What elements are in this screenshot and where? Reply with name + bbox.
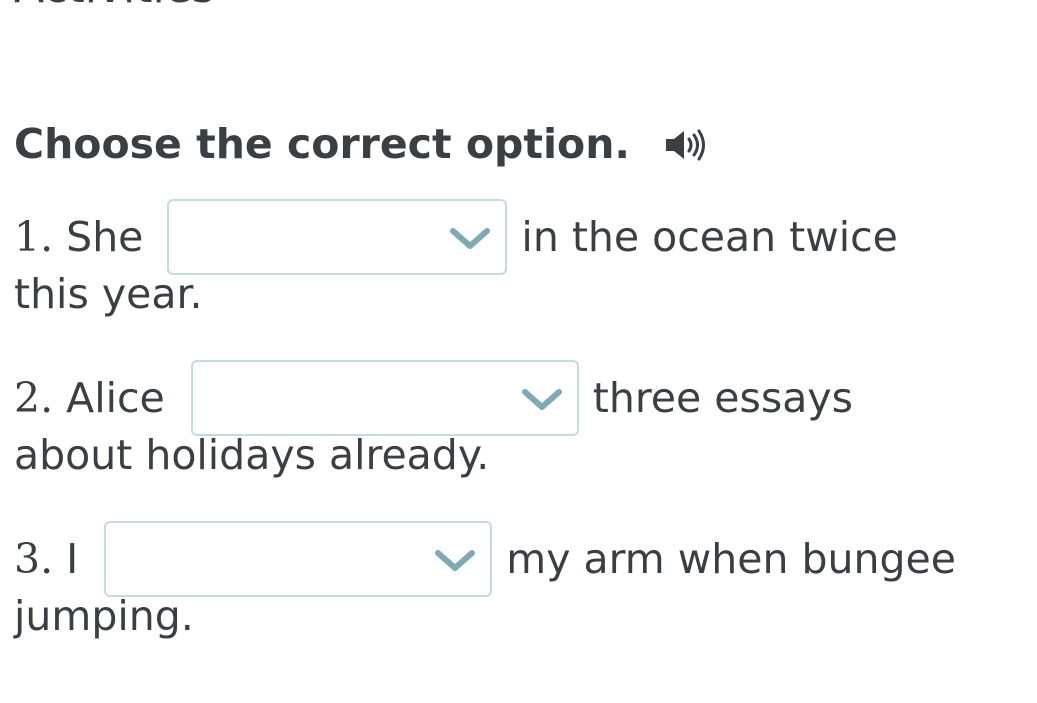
chevron-down-icon	[450, 228, 491, 249]
instruction-text: Choose the correct option.	[14, 120, 630, 168]
question-text-before: She	[66, 213, 144, 261]
question-3: 3. I my arm when bungee jumping.	[14, 520, 956, 646]
question-1: 1. She in the ocean twice this year.	[14, 198, 898, 324]
question-text-after: my arm when bungee	[506, 535, 956, 583]
question-number: 2.	[14, 374, 54, 422]
activity-page: Activities Choose the correct option. 1.…	[0, 0, 1037, 703]
question-text-before: Alice	[66, 374, 165, 422]
question-2: 2. Alice three essays about holidays alr…	[14, 359, 853, 485]
question-number: 1.	[14, 213, 54, 261]
speaker-icon[interactable]	[664, 125, 710, 165]
section-title: Activities	[14, 0, 215, 10]
question-number: 3.	[14, 535, 54, 583]
chevron-down-icon	[435, 550, 476, 571]
chevron-down-icon	[521, 389, 562, 410]
instruction-row: Choose the correct option.	[14, 120, 710, 169]
question-text-after: in the ocean twice	[521, 213, 898, 261]
answer-dropdown-1[interactable]	[167, 199, 508, 275]
question-text-after: three essays	[592, 374, 853, 422]
question-text-before: I	[66, 535, 79, 583]
answer-dropdown-2[interactable]	[190, 360, 579, 436]
answer-dropdown-3[interactable]	[104, 521, 493, 597]
